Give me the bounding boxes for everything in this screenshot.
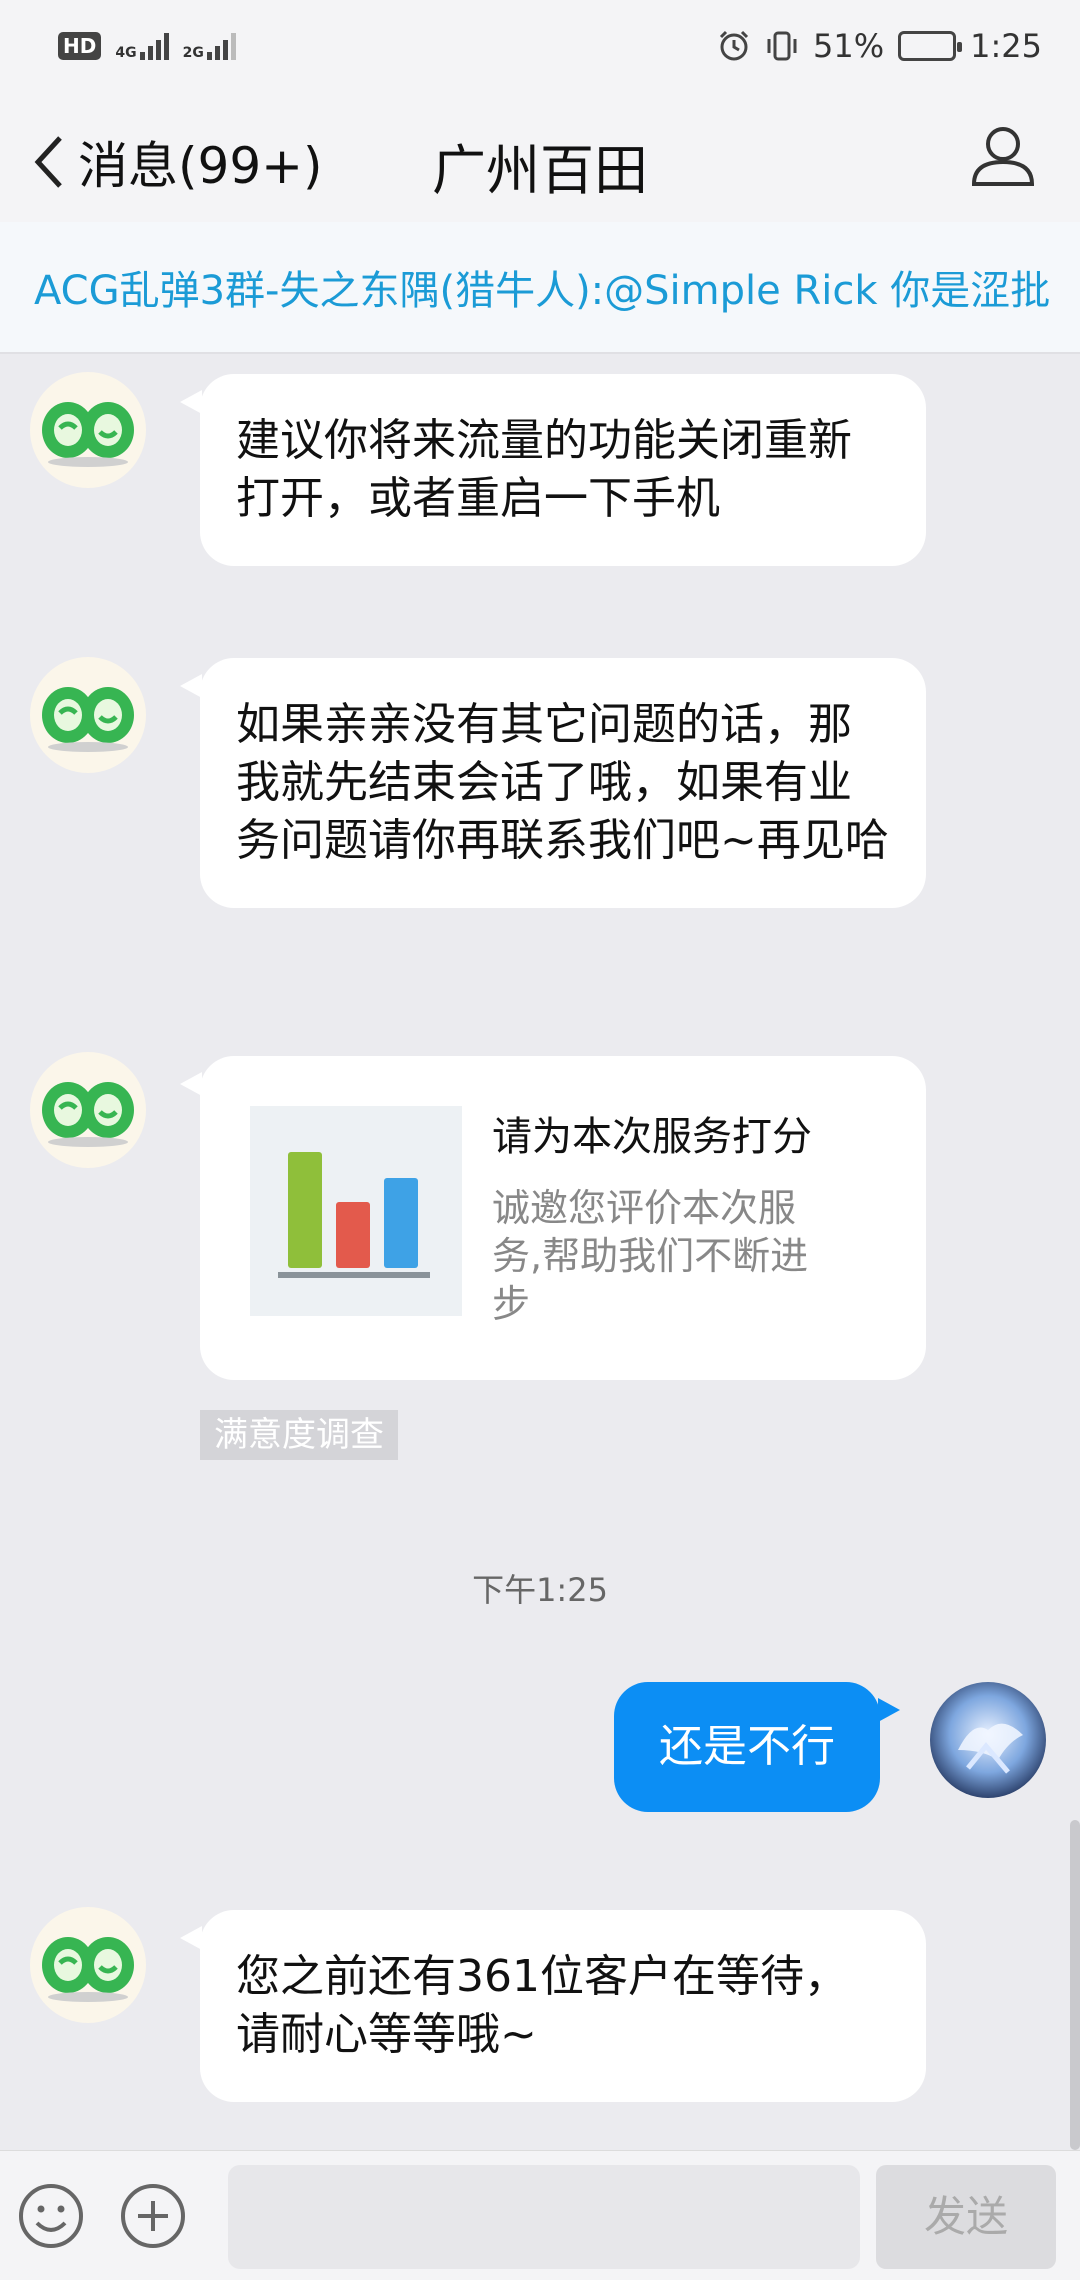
status-bar: HD 4G 2G 51% 1:25	[0, 0, 1080, 92]
message-text: 还是不行	[659, 1721, 835, 1772]
bot-avatar-icon[interactable]	[28, 1050, 148, 1170]
profile-icon[interactable]	[968, 120, 1038, 190]
back-button[interactable]: 消息(99+)	[30, 126, 323, 198]
scrollbar[interactable]	[1070, 1820, 1080, 2150]
plus-icon[interactable]	[118, 2181, 188, 2251]
mention-banner[interactable]: ACG乱弹3群-失之东隅(猎牛人):@Simple Rick 你是涩批	[0, 222, 1080, 354]
back-chevron-icon	[34, 136, 62, 188]
message-text: 建议你将来流量的功能关闭重新打开，或者重启一下手机	[236, 415, 852, 524]
send-button[interactable]: 发送	[876, 2165, 1056, 2269]
card-description: 诚邀您评价本次服务,帮助我们不断进步	[492, 1186, 809, 1326]
battery-percent: 51%	[813, 27, 885, 65]
bot-avatar-icon[interactable]	[28, 655, 148, 775]
back-label: 消息(99+)	[78, 137, 323, 195]
user-avatar-icon[interactable]	[928, 1680, 1048, 1800]
bot-avatar-icon[interactable]	[28, 1905, 148, 2025]
chat-bubble-user[interactable]: 还是不行	[614, 1682, 900, 1812]
alarm-icon	[719, 30, 749, 61]
chat-bubble-bot[interactable]: 建议你将来流量的功能关闭重新打开，或者重启一下手机	[180, 374, 926, 566]
input-bar: 发送	[0, 2150, 1080, 2280]
chat-bubble-bot[interactable]: 您之前还有361位客户在等待，请耐心等等哦~	[180, 1910, 926, 2102]
navigation-bar: 消息(99+) 广州百田	[0, 92, 1080, 222]
clock: 1:25	[970, 27, 1042, 65]
emoji-icon[interactable]	[16, 2181, 86, 2251]
rating-card[interactable]: 请为本次服务打分 诚邀您评价本次服务,帮助我们不断进步	[180, 1056, 926, 1380]
battery-icon	[898, 31, 963, 61]
message-input[interactable]	[228, 2165, 860, 2269]
bot-avatar-icon[interactable]	[28, 370, 148, 490]
card-title: 请为本次服务打分	[492, 1114, 812, 1160]
bar-chart-icon	[250, 1106, 462, 1316]
vibrate-icon	[767, 31, 797, 61]
time-separator: 下午1:25	[472, 1571, 608, 1609]
signal-2g-icon: 2G	[183, 32, 236, 60]
signal-4g-icon: 4G	[115, 32, 169, 60]
survey-tag: 满意度调查	[200, 1410, 398, 1460]
chat-bubble-bot[interactable]: 如果亲亲没有其它问题的话，那我就先结束会话了哦，如果有业务问题请你再联系我们吧~…	[180, 658, 926, 908]
message-text: 您之前还有361位客户在等待，请耐心等等哦~	[236, 1951, 848, 2060]
hd-badge: HD	[58, 32, 102, 60]
message-text: 如果亲亲没有其它问题的话，那我就先结束会话了哦，如果有业务问题请你再联系我们吧~…	[236, 699, 889, 866]
